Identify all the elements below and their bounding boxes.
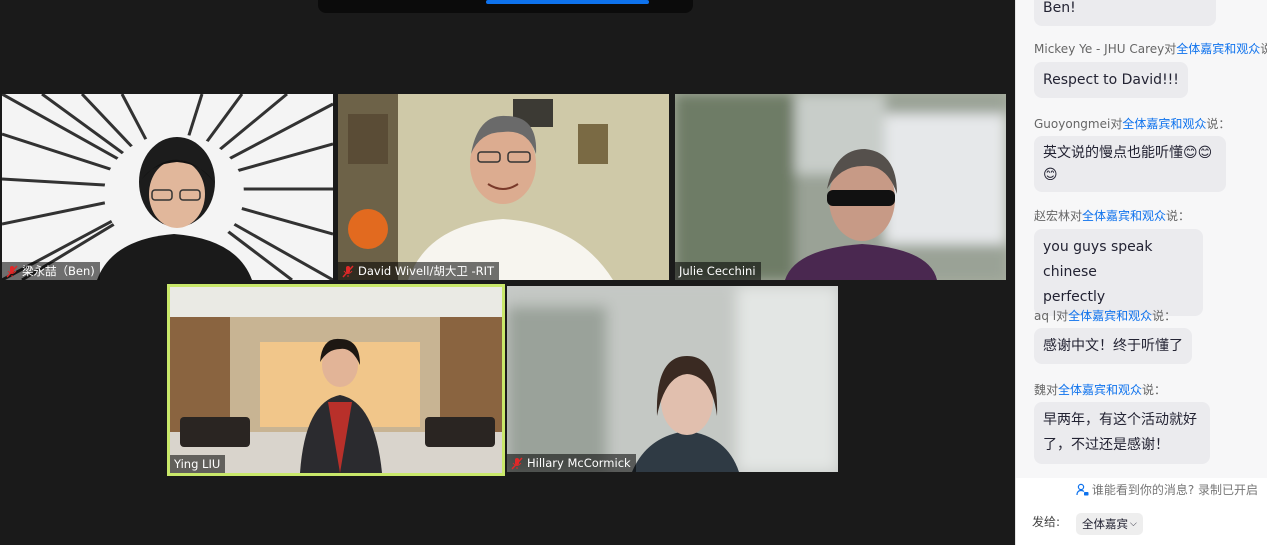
nameplate-hillary: Hillary McCormick xyxy=(507,454,636,472)
recipient-link[interactable]: 全体嘉宾和观众 xyxy=(1122,117,1206,131)
to-word: 对 xyxy=(1046,383,1059,397)
video-gallery: 梁永喆（Ben) David Wivell/胡大卫 -RIT Julie Cec… xyxy=(0,0,1015,545)
zoom-meeting-window: 梁永喆（Ben) David Wivell/胡大卫 -RIT Julie Cec… xyxy=(0,0,1267,545)
chat-messages[interactable]: Ben! Mickey Ye - JHU Carey对全体嘉宾和观众说 Resp… xyxy=(1016,0,1267,478)
message-text: Respect to David!!! xyxy=(1043,72,1179,88)
video-feed-david xyxy=(338,94,669,280)
to-word: 对 xyxy=(1070,209,1083,223)
video-tile-ben[interactable]: 梁永喆（Ben) xyxy=(2,94,333,280)
message-text: 感谢中文！终于听懂了 xyxy=(1043,338,1183,354)
mic-muted-icon xyxy=(511,456,523,470)
video-feed-ying xyxy=(170,287,502,473)
sender-name[interactable]: Guoyongmei xyxy=(1034,117,1110,131)
send-to-label: 发给: xyxy=(1032,515,1061,529)
sender-name[interactable]: 赵宏林 xyxy=(1034,209,1070,223)
mic-muted-icon xyxy=(342,264,354,278)
video-feed-julie xyxy=(675,94,1006,280)
chat-message-header: 赵宏林对全体嘉宾和观众说： xyxy=(1034,207,1190,224)
participant-name: David Wivell/胡大卫 -RIT xyxy=(358,264,495,278)
recipient-link[interactable]: 全体嘉宾和观众 xyxy=(1068,309,1152,323)
privacy-notice[interactable]: 谁能看到你的消息? 录制已开启 xyxy=(1016,478,1267,502)
notice-text: 谁能看到你的消息? 录制已开启 xyxy=(1091,483,1258,497)
mic-muted-icon xyxy=(6,264,18,278)
message-text-line: 早两年，有这个活动就好 xyxy=(1043,412,1197,428)
video-tile-hillary[interactable]: Hillary McCormick xyxy=(507,286,838,472)
chat-panel: Ben! Mickey Ye - JHU Carey对全体嘉宾和观众说 Resp… xyxy=(1015,0,1267,545)
recipient-dropdown[interactable]: 全体嘉宾 ⌵ xyxy=(1076,513,1143,535)
video-tile-julie[interactable]: Julie Cecchini xyxy=(675,94,1006,280)
said-word: 说： xyxy=(1142,383,1167,397)
recipient-value: 全体嘉宾 xyxy=(1082,517,1128,531)
video-tile-david[interactable]: David Wivell/胡大卫 -RIT xyxy=(338,94,669,280)
chat-message-bubble: 感谢中文！终于听懂了 xyxy=(1034,328,1192,364)
video-tile-ying-active-speaker[interactable]: Ying LIU xyxy=(167,284,505,476)
said-word: 说 xyxy=(1260,42,1267,56)
participant-name: 梁永喆（Ben) xyxy=(22,264,95,278)
to-word: 对 xyxy=(1110,117,1123,131)
message-text-line: 了，不过还是感谢！ xyxy=(1043,437,1169,453)
chat-message-header: Mickey Ye - JHU Carey对全体嘉宾和观众说 xyxy=(1034,40,1267,57)
message-text-line: 英文说的慢点也能听懂😊😊 xyxy=(1043,145,1213,161)
chat-message-bubble: you guys speak chinese perfectly xyxy=(1034,229,1203,316)
said-word: 说： xyxy=(1166,209,1191,223)
top-toolbar[interactable] xyxy=(318,0,693,13)
video-feed-hillary xyxy=(507,286,838,472)
said-word: 说： xyxy=(1206,117,1231,131)
recipient-link[interactable]: 全体嘉宾和观众 xyxy=(1176,42,1260,56)
said-word: 说： xyxy=(1152,309,1177,323)
message-text-line: 😊 xyxy=(1043,167,1058,183)
chat-message-bubble: Ben! xyxy=(1034,0,1216,26)
chat-message-bubble: Respect to David!!! xyxy=(1034,62,1188,98)
nameplate-ying: Ying LIU xyxy=(170,455,226,473)
message-text: Ben! xyxy=(1043,0,1076,16)
chevron-down-icon: ⌵ xyxy=(1130,519,1137,529)
message-text-line: you guys speak chinese xyxy=(1043,239,1153,280)
person-lock-icon xyxy=(1076,480,1089,504)
participant-name: Julie Cecchini xyxy=(679,264,756,278)
chat-message-header: aq l对全体嘉宾和观众说： xyxy=(1034,307,1176,324)
sender-name[interactable]: 魏 xyxy=(1034,383,1046,397)
toolbar-indicator[interactable] xyxy=(486,0,649,4)
chat-message-bubble: 早两年，有这个活动就好 了，不过还是感谢！ xyxy=(1034,402,1210,464)
nameplate-david: David Wivell/胡大卫 -RIT xyxy=(338,262,500,280)
recipient-link[interactable]: 全体嘉宾和观众 xyxy=(1058,383,1142,397)
nameplate-ben: 梁永喆（Ben) xyxy=(2,262,100,280)
recipient-link[interactable]: 全体嘉宾和观众 xyxy=(1082,209,1166,223)
nameplate-julie: Julie Cecchini xyxy=(675,262,761,280)
chat-message-header: 魏对全体嘉宾和观众说： xyxy=(1034,381,1166,398)
to-word: 对 xyxy=(1056,309,1069,323)
chat-message-bubble: 英文说的慢点也能听懂😊😊 😊 xyxy=(1034,136,1226,192)
sender-name[interactable]: Mickey Ye - JHU Carey xyxy=(1034,42,1164,56)
video-feed-ben xyxy=(2,94,333,280)
participant-name: Ying LIU xyxy=(174,457,221,471)
to-word: 对 xyxy=(1164,42,1177,56)
chat-message-header: Guoyongmei对全体嘉宾和观众说： xyxy=(1034,115,1230,132)
participant-name: Hillary McCormick xyxy=(527,456,631,470)
sender-name[interactable]: aq l xyxy=(1034,309,1056,323)
